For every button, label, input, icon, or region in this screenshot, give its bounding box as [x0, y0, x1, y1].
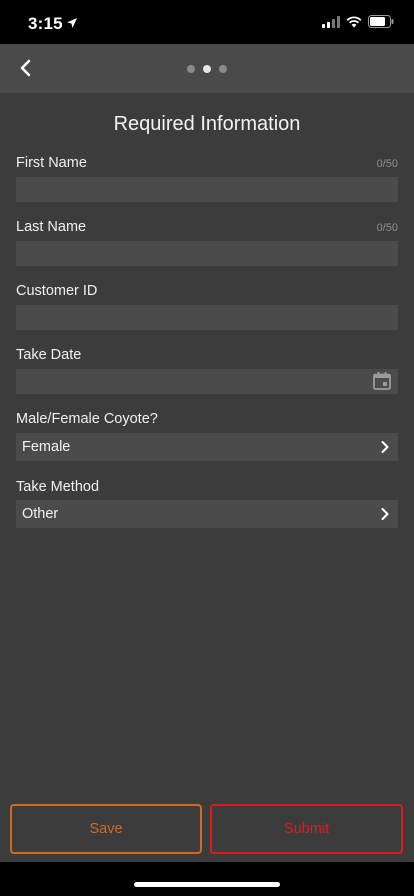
- first-name-counter: 0/50: [376, 158, 398, 170]
- save-button[interactable]: Save: [10, 804, 202, 854]
- take-date-field[interactable]: [16, 369, 398, 394]
- wifi-icon: [346, 15, 362, 27]
- calendar-icon[interactable]: [372, 371, 392, 391]
- page-indicator: [187, 65, 227, 73]
- customer-id-label: Customer ID: [16, 283, 98, 299]
- take-date-label: Take Date: [16, 347, 82, 363]
- cellular-signal-icon: [322, 15, 340, 28]
- sex-value: Female: [22, 439, 71, 455]
- status-bar: 3:15: [0, 0, 414, 44]
- chevron-left-icon: [20, 59, 31, 77]
- sex-label: Male/Female Coyote?: [16, 411, 158, 427]
- back-button[interactable]: [14, 56, 38, 80]
- location-arrow-icon: [67, 18, 77, 28]
- submit-button[interactable]: Submit: [210, 804, 403, 854]
- status-time: 3:15: [28, 14, 63, 33]
- last-name-counter: 0/50: [376, 222, 398, 234]
- customer-id-field[interactable]: [16, 305, 398, 330]
- take-method-value: Other: [22, 506, 59, 522]
- nav-bar: [0, 44, 414, 93]
- first-name-label: First Name: [16, 155, 87, 171]
- status-indicators: [322, 15, 394, 28]
- first-name-field[interactable]: [16, 177, 398, 202]
- sex-select[interactable]: Female: [16, 433, 398, 461]
- chevron-right-icon: [381, 441, 389, 453]
- battery-icon: [368, 15, 394, 28]
- page-title: Required Information: [113, 113, 301, 135]
- chevron-right-icon: [381, 508, 389, 520]
- form-content: Required Information First Name 0/50 Las…: [0, 93, 414, 803]
- home-indicator[interactable]: [134, 882, 280, 887]
- form-footer: Save Submit: [0, 803, 414, 862]
- home-area: [0, 862, 414, 896]
- last-name-field[interactable]: [16, 241, 398, 266]
- page-dot: [187, 65, 195, 73]
- last-name-label: Last Name: [16, 219, 87, 235]
- page-dot: [219, 65, 227, 73]
- take-method-label: Take Method: [16, 479, 100, 495]
- page-dot-active: [203, 65, 211, 73]
- take-method-select[interactable]: Other: [16, 500, 398, 528]
